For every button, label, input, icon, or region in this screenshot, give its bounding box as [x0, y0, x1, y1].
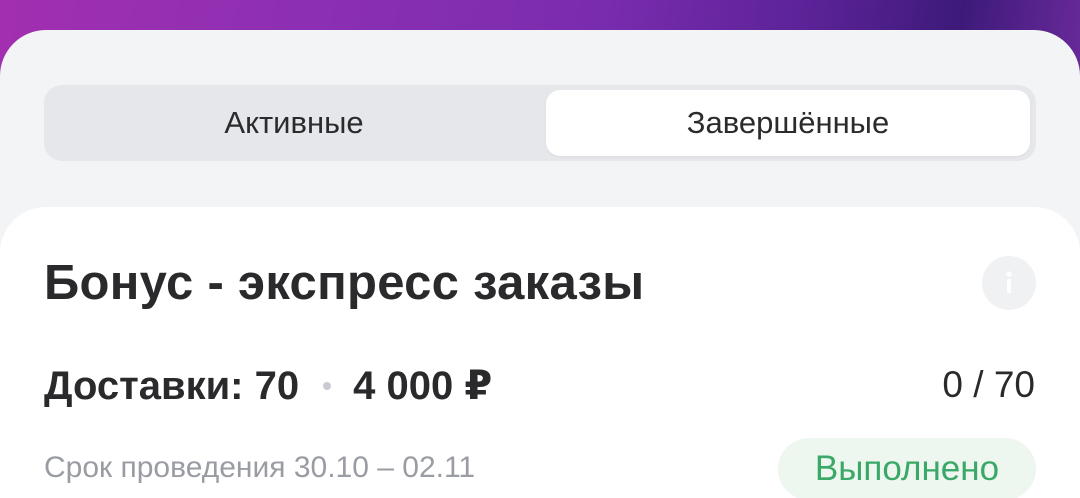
- status-badge: Выполнено: [778, 438, 1036, 498]
- bonus-stats: Доставки: 70 4 000 ₽: [44, 363, 492, 409]
- status-badge-label: Выполнено: [814, 449, 1000, 488]
- bonus-card[interactable]: Бонус - экспресс заказы Доставки: 70 4 0…: [0, 207, 1080, 498]
- info-button[interactable]: [982, 256, 1036, 310]
- bonus-title: Бонус - экспресс заказы: [44, 256, 645, 310]
- campaign-period: Срок проведения 30.10 – 02.11: [44, 451, 476, 484]
- separator-dot: [323, 382, 332, 390]
- info-icon: [1006, 271, 1012, 293]
- tab-active[interactable]: Активные: [49, 90, 539, 156]
- progress-counter: 0 / 70: [942, 364, 1035, 405]
- tab-completed-label: Завершённые: [686, 105, 890, 140]
- tab-completed[interactable]: Завершённые: [546, 90, 1030, 156]
- deliveries-count: Доставки: 70: [44, 363, 300, 408]
- tabs-segmented-control: Активные Завершённые: [44, 85, 1036, 161]
- bonus-amount: 4 000 ₽: [353, 364, 493, 408]
- tab-active-label: Активные: [224, 105, 364, 140]
